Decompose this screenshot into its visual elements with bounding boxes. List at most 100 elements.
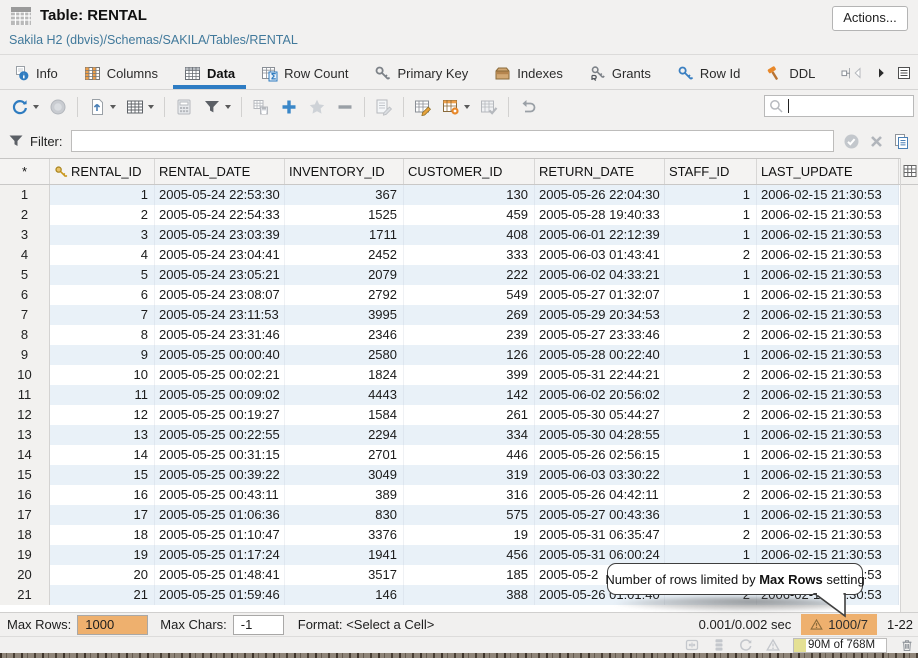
cell-rental_id[interactable]: 16 <box>50 485 155 505</box>
cell-inventory_id[interactable]: 146 <box>285 585 404 605</box>
cell-rental_date[interactable]: 2005-05-25 01:48:41 <box>155 565 285 585</box>
cell-inventory_id[interactable]: 1525 <box>285 205 404 225</box>
cell-inventory_id[interactable]: 2294 <box>285 425 404 445</box>
cell-staff_id[interactable]: 2 <box>665 405 757 425</box>
table-row[interactable]: 552005-05-24 23:05:2120792222005-06-02 0… <box>0 265 900 285</box>
column-header-inventory_id[interactable]: INVENTORY_ID <box>285 159 404 184</box>
cell-rental_id[interactable]: 12 <box>50 405 155 425</box>
cell-last_update[interactable]: 2006-02-15 21:30:53 <box>757 345 899 365</box>
actions-button[interactable]: Actions... <box>832 6 908 31</box>
table-row[interactable]: 12122005-05-25 00:19:2715842612005-05-30… <box>0 405 900 425</box>
cell-rental_id[interactable]: 5 <box>50 265 155 285</box>
cell-customer_id[interactable]: 334 <box>404 425 535 445</box>
table-row[interactable]: 10102005-05-25 00:02:2118243992005-05-31… <box>0 365 900 385</box>
cell-inventory_id[interactable]: 3376 <box>285 525 404 545</box>
cell-return_date[interactable]: 2005-06-02 04:33:21 <box>535 265 665 285</box>
cell-return_date[interactable]: 2005-05-31 06:35:47 <box>535 525 665 545</box>
insert-row-button[interactable] <box>277 95 301 119</box>
cell-rental_date[interactable]: 2005-05-24 22:54:33 <box>155 205 285 225</box>
cell-rental_id[interactable]: 11 <box>50 385 155 405</box>
cell-last_update[interactable]: 2006-02-15 21:30:53 <box>757 365 899 385</box>
row-number[interactable]: 12 <box>0 405 50 425</box>
cell-last_update[interactable]: 2006-02-15 21:30:53 <box>757 505 899 525</box>
cell-customer_id[interactable]: 319 <box>404 465 535 485</box>
row-number[interactable]: 9 <box>0 345 50 365</box>
cell-rental_date[interactable]: 2005-05-25 00:19:27 <box>155 405 285 425</box>
row-number[interactable]: 21 <box>0 585 50 605</box>
table-row[interactable]: 17172005-05-25 01:06:368305752005-05-27 … <box>0 505 900 525</box>
cell-last_update[interactable]: 2006-02-15 21:30:53 <box>757 225 899 245</box>
cell-rental_id[interactable]: 14 <box>50 445 155 465</box>
cell-staff_id[interactable]: 2 <box>665 365 757 385</box>
table-row[interactable]: 992005-05-25 00:00:4025801262005-05-28 0… <box>0 345 900 365</box>
cell-rental_id[interactable]: 18 <box>50 525 155 545</box>
cell-staff_id[interactable]: 2 <box>665 245 757 265</box>
tab-row-id[interactable]: Row Id <box>664 58 753 89</box>
max-rows-input[interactable]: 1000 <box>77 615 148 635</box>
edit-mode-button[interactable] <box>411 95 435 119</box>
cell-return_date[interactable]: 2005-05-28 00:22:40 <box>535 345 665 365</box>
cell-last_update[interactable]: 2006-02-15 21:30:53 <box>757 305 899 325</box>
tab-columns[interactable]: Columns <box>71 58 171 89</box>
cell-inventory_id[interactable]: 2701 <box>285 445 404 465</box>
copy-filter-icon[interactable] <box>893 133 910 150</box>
vertical-scrollbar[interactable] <box>900 158 918 612</box>
cell-customer_id[interactable]: 239 <box>404 325 535 345</box>
row-number[interactable]: 11 <box>0 385 50 405</box>
row-number[interactable]: 20 <box>0 565 50 585</box>
cell-staff_id[interactable]: 1 <box>665 285 757 305</box>
cell-last_update[interactable]: 2006-02-15 21:30:53 <box>757 525 899 545</box>
cell-inventory_id[interactable]: 1941 <box>285 545 404 565</box>
row-number[interactable]: 13 <box>0 425 50 445</box>
cell-rental_id[interactable]: 3 <box>50 225 155 245</box>
apply-filter-icon[interactable] <box>843 133 860 150</box>
table-settings-button[interactable] <box>439 95 473 119</box>
cell-staff_id[interactable]: 2 <box>665 485 757 505</box>
cell-last_update[interactable]: 2006-02-15 21:30:53 <box>757 285 899 305</box>
cell-inventory_id[interactable]: 389 <box>285 485 404 505</box>
cell-staff_id[interactable]: 1 <box>665 545 757 565</box>
row-number[interactable]: 18 <box>0 525 50 545</box>
cell-staff_id[interactable]: 1 <box>665 205 757 225</box>
cell-return_date[interactable]: 2005-05-27 01:32:07 <box>535 285 665 305</box>
database-server-icon[interactable] <box>712 638 726 652</box>
column-header-last_update[interactable]: LAST_UPDATE <box>757 159 899 184</box>
window-size-icon[interactable] <box>685 638 699 652</box>
cell-customer_id[interactable]: 459 <box>404 205 535 225</box>
cell-inventory_id[interactable]: 830 <box>285 505 404 525</box>
cell-rental_id[interactable]: 8 <box>50 325 155 345</box>
cell-last_update[interactable]: 2006-02-15 21:30:53 <box>757 385 899 405</box>
cell-inventory_id[interactable]: 1584 <box>285 405 404 425</box>
cell-customer_id[interactable]: 261 <box>404 405 535 425</box>
cell-inventory_id[interactable]: 3995 <box>285 305 404 325</box>
table-row[interactable]: 16162005-05-25 00:43:113893162005-05-26 … <box>0 485 900 505</box>
cell-customer_id[interactable]: 456 <box>404 545 535 565</box>
cell-return_date[interactable]: 2005-06-02 20:56:02 <box>535 385 665 405</box>
cell-rental_date[interactable]: 2005-05-25 00:02:21 <box>155 365 285 385</box>
column-header-staff_id[interactable]: STAFF_ID <box>665 159 757 184</box>
cell-last_update[interactable]: 2006-02-15 21:30:53 <box>757 545 899 565</box>
row-number[interactable]: 2 <box>0 205 50 225</box>
cell-rental_id[interactable]: 10 <box>50 365 155 385</box>
cell-rental_date[interactable]: 2005-05-25 00:39:22 <box>155 465 285 485</box>
row-number[interactable]: 4 <box>0 245 50 265</box>
cell-customer_id[interactable]: 316 <box>404 485 535 505</box>
tab-primary-key[interactable]: Primary Key <box>361 58 481 89</box>
cell-staff_id[interactable]: 2 <box>665 325 757 345</box>
tab-data[interactable]: Data <box>171 58 248 89</box>
cell-staff_id[interactable]: 1 <box>665 505 757 525</box>
cell-rental_date[interactable]: 2005-05-25 00:43:11 <box>155 485 285 505</box>
tab-ddl[interactable]: DDL <box>753 58 828 89</box>
filter-input[interactable] <box>71 130 834 152</box>
cell-staff_id[interactable]: 2 <box>665 385 757 405</box>
cell-inventory_id[interactable]: 2792 <box>285 285 404 305</box>
cell-return_date[interactable]: 2005-05-28 19:40:33 <box>535 205 665 225</box>
row-number[interactable]: 7 <box>0 305 50 325</box>
cell-rental_date[interactable]: 2005-05-24 23:08:07 <box>155 285 285 305</box>
row-number[interactable]: 8 <box>0 325 50 345</box>
cell-return_date[interactable]: 2005-05-26 22:04:30 <box>535 185 665 205</box>
breadcrumb[interactable]: Sakila H2 (dbvis)/Schemas/SAKILA/Tables/… <box>9 33 298 47</box>
cell-rental_id[interactable]: 20 <box>50 565 155 585</box>
cell-customer_id[interactable]: 222 <box>404 265 535 285</box>
cell-customer_id[interactable]: 399 <box>404 365 535 385</box>
